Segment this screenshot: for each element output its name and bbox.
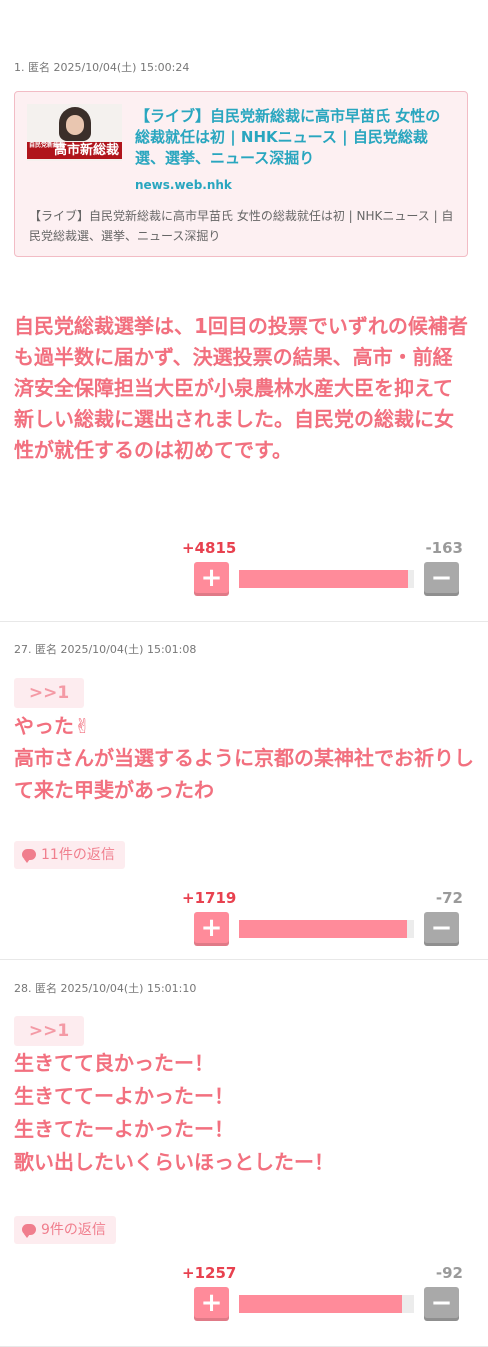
news-thumbnail: 自民党新総裁 高市新総裁 <box>27 104 122 161</box>
comment-post-27: 27. 匿名 2025/10/04(土) 15:01:08 >>1 やった✌ 高… <box>0 622 488 960</box>
minus-icon: − <box>430 1288 453 1318</box>
post-meta: 27. 匿名 2025/10/04(土) 15:01:08 <box>14 643 197 656</box>
post-meta: 28. 匿名 2025/10/04(土) 15:01:10 <box>14 982 197 995</box>
plus-button[interactable]: + <box>194 912 229 946</box>
replies-count: 11件の返信 <box>41 847 115 863</box>
minus-button[interactable]: − <box>424 1287 459 1321</box>
post-body: やった✌ 高市さんが当選するように京都の某神社でお祈りして来た甲斐があったわ <box>14 714 474 802</box>
plus-button[interactable]: + <box>194 1287 229 1321</box>
vote-ratio-bar <box>239 920 414 938</box>
reply-anchor-link[interactable]: >>1 <box>14 1016 84 1046</box>
vote-ratio-bar <box>239 570 414 588</box>
vote-ratio-bar <box>239 1295 414 1313</box>
speech-bubble-icon <box>22 1224 36 1238</box>
minus-count: -163 <box>425 539 463 557</box>
plus-icon: + <box>200 563 223 593</box>
link-preview-card[interactable]: 自民党新総裁 高市新総裁 【ライブ】自民党新総裁に高市早苗氏 女性の総裁就任は初 … <box>14 91 468 257</box>
post-body: 自民党総裁選挙は、1回目の投票でいずれの候補者も過半数に届かず、決選投票の結果、… <box>14 314 468 462</box>
plus-count: +4815 <box>182 539 237 557</box>
minus-button[interactable]: − <box>424 562 459 596</box>
link-card-domain[interactable]: news.web.nhk <box>135 178 232 192</box>
comment-post-28: 28. 匿名 2025/10/04(土) 15:01:10 >>1 生きてて良か… <box>0 960 488 1347</box>
replies-count: 9件の返信 <box>41 1222 106 1238</box>
plus-button[interactable]: + <box>194 562 229 596</box>
vote-ratio-fill <box>239 920 407 938</box>
post-meta: 1. 匿名 2025/10/04(土) 15:00:24 <box>14 61 190 74</box>
replies-link[interactable]: 11件の返信 <box>14 841 125 869</box>
minus-button[interactable]: − <box>424 912 459 946</box>
plus-count: +1719 <box>182 889 237 907</box>
reply-anchor-link[interactable]: >>1 <box>14 678 84 708</box>
vote-ratio-fill <box>239 570 409 588</box>
link-card-title[interactable]: 【ライブ】自民党新総裁に高市早苗氏 女性の総裁就任は初 | NHKニュース | … <box>135 106 455 169</box>
comment-post-1: 1. 匿名 2025/10/04(土) 15:00:24 自民党新総裁 高市新総裁… <box>0 0 488 622</box>
vote-ratio-fill <box>239 1295 403 1313</box>
plus-icon: + <box>200 1288 223 1318</box>
speech-bubble-icon <box>22 849 36 863</box>
post-body: 生きてて良かったー！ 生きててーよかったー！ 生きてたーよかったー！ 歌い出した… <box>14 1051 334 1174</box>
replies-link[interactable]: 9件の返信 <box>14 1216 116 1244</box>
minus-icon: − <box>430 563 453 593</box>
minus-count: -72 <box>435 889 463 907</box>
plus-count: +1257 <box>182 1264 237 1282</box>
minus-count: -92 <box>435 1264 463 1282</box>
link-card-description: 【ライブ】自民党新総裁に高市早苗氏 女性の総裁就任は初 | NHKニュース | … <box>29 209 454 243</box>
plus-icon: + <box>200 913 223 943</box>
minus-icon: − <box>430 913 453 943</box>
